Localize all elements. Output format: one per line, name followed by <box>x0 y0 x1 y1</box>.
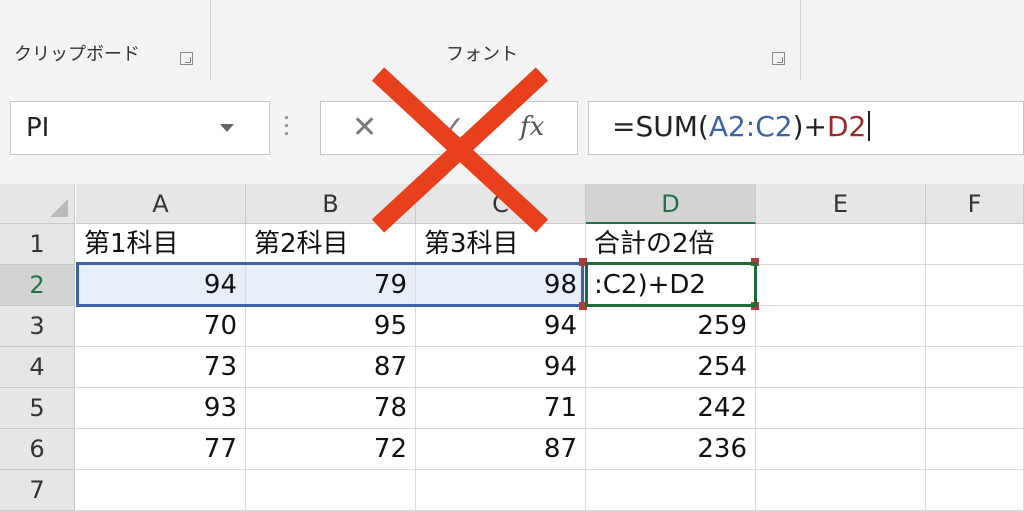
cell-a5[interactable]: 93 <box>76 388 246 429</box>
cell-a3[interactable]: 70 <box>76 306 246 347</box>
row-header-3[interactable]: 3 <box>0 306 75 347</box>
cell-f4[interactable] <box>926 347 1024 388</box>
row-header-1[interactable]: 1 <box>0 224 75 265</box>
name-box-dropdown-icon[interactable] <box>220 124 234 132</box>
ribbon-separator <box>210 0 211 80</box>
row-header-6[interactable]: 6 <box>0 429 75 470</box>
formula-token: D2 <box>826 110 867 143</box>
select-all-button[interactable] <box>0 184 75 224</box>
cell-c3[interactable]: 94 <box>416 306 586 347</box>
cell-c4[interactable]: 94 <box>416 347 586 388</box>
active-cell-outline <box>585 262 757 307</box>
cell-f6[interactable] <box>926 429 1024 470</box>
clipboard-group-label: クリップボード <box>14 44 140 65</box>
cell-d7[interactable] <box>586 470 756 511</box>
cell-e3[interactable] <box>756 306 926 347</box>
cell-e4[interactable] <box>756 347 926 388</box>
referenced-range-highlight <box>76 262 584 307</box>
cell-a6[interactable]: 77 <box>76 429 246 470</box>
cell-b4[interactable]: 87 <box>246 347 416 388</box>
cell-a7[interactable] <box>76 470 246 511</box>
cell-f3[interactable] <box>926 306 1024 347</box>
formula-token: =SUM( <box>612 110 709 143</box>
cell-b7[interactable] <box>246 470 416 511</box>
name-box-value: PI <box>26 113 50 143</box>
row-header-2[interactable]: 2 <box>0 265 75 306</box>
row-header-7[interactable]: 7 <box>0 470 75 511</box>
cell-e5[interactable] <box>756 388 926 429</box>
cell-c7[interactable] <box>416 470 586 511</box>
formula-text: =SUM(A2:C2)+D2 <box>612 110 871 143</box>
cell-b6[interactable]: 72 <box>246 429 416 470</box>
clipboard-dialog-launcher-icon[interactable] <box>180 52 193 65</box>
cell-d3[interactable]: 259 <box>586 306 756 347</box>
cell-b5[interactable]: 78 <box>246 388 416 429</box>
cell-e6[interactable] <box>756 429 926 470</box>
cell-a1[interactable]: 第1科目 <box>76 224 246 265</box>
formula-bar-resize-handle[interactable] <box>285 116 288 140</box>
formula-token: )+ <box>792 110 827 143</box>
cell-b3[interactable]: 95 <box>246 306 416 347</box>
formula-token: A2:C2 <box>708 110 793 143</box>
column-header-e[interactable]: E <box>756 184 926 224</box>
ribbon-separator <box>800 0 801 80</box>
cell-e7[interactable] <box>756 470 926 511</box>
cell-e2[interactable] <box>756 265 926 306</box>
cell-e1[interactable] <box>756 224 926 265</box>
font-dialog-launcher-icon[interactable] <box>772 52 785 65</box>
cell-d1[interactable]: 合計の2倍 <box>586 224 756 265</box>
cell-f7[interactable] <box>926 470 1024 511</box>
cell-d4[interactable]: 254 <box>586 347 756 388</box>
text-cursor <box>868 111 871 141</box>
cell-f5[interactable] <box>926 388 1024 429</box>
column-header-d[interactable]: D <box>586 184 756 224</box>
column-header-a[interactable]: A <box>76 184 246 224</box>
row-header-4[interactable]: 4 <box>0 347 75 388</box>
cell-f1[interactable] <box>926 224 1024 265</box>
column-header-f[interactable]: F <box>926 184 1024 224</box>
cell-c6[interactable]: 87 <box>416 429 586 470</box>
cell-c5[interactable]: 71 <box>416 388 586 429</box>
cell-f2[interactable] <box>926 265 1024 306</box>
cell-d5[interactable]: 242 <box>586 388 756 429</box>
cell-d6[interactable]: 236 <box>586 429 756 470</box>
row-header-5[interactable]: 5 <box>0 388 75 429</box>
cell-a4[interactable]: 73 <box>76 347 246 388</box>
cross-mark-icon <box>371 67 549 233</box>
